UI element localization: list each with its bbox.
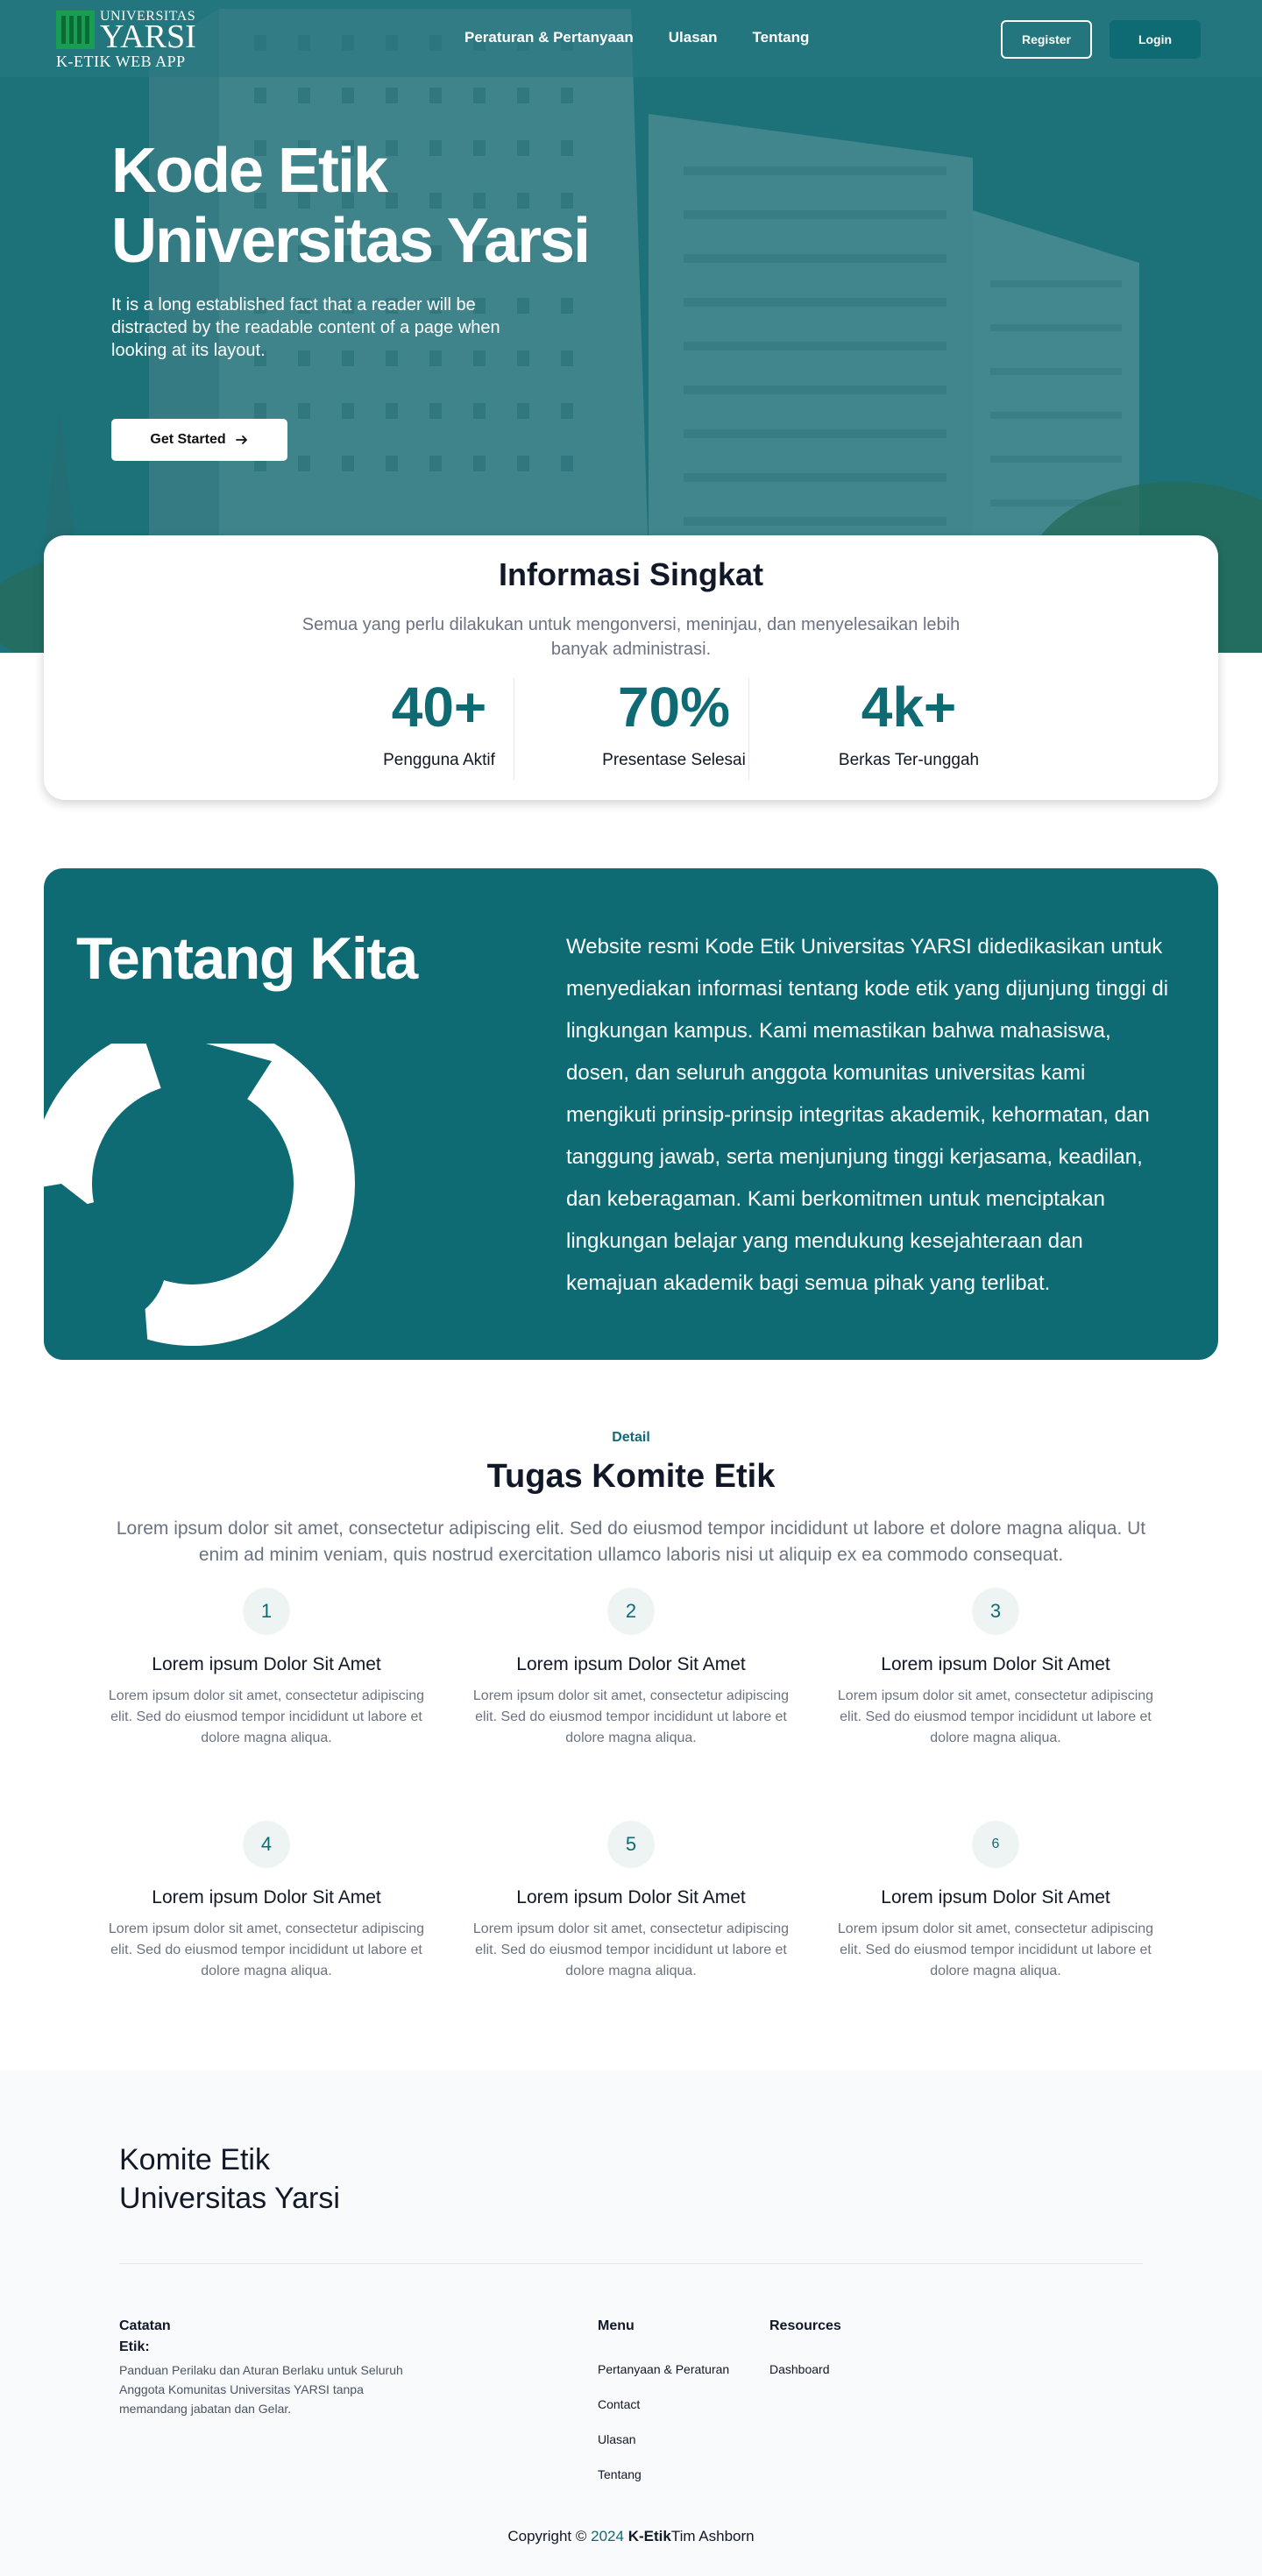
task-number-badge: 6	[972, 1821, 1019, 1868]
detail-subtitle: Lorem ipsum dolor sit amet, consectetur …	[116, 1518, 1146, 1565]
task-description: Lorem ipsum dolor sit amet, consectetur …	[472, 1688, 790, 1745]
nav-link-ulasan[interactable]: Ulasan	[669, 29, 718, 46]
task-description: Lorem ipsum dolor sit amet, consectetur …	[108, 1921, 425, 1978]
task-description: Lorem ipsum dolor sit amet, consectetur …	[837, 1921, 1154, 1978]
get-started-button[interactable]: Get Started	[111, 419, 287, 461]
logo-app-text: K-ETIK WEB APP	[56, 53, 186, 70]
top-navbar: UNIVERSITAS YARSI K-ETIK WEB APP Peratur…	[0, 0, 1262, 77]
site-footer: Komite Etik Universitas Yarsi Catatan Et…	[0, 2070, 1262, 2576]
task-card-3: 3 Lorem ipsum Dolor Sit Amet Lorem ipsum…	[825, 1588, 1166, 1749]
get-started-label: Get Started	[150, 432, 226, 447]
task-description: Lorem ipsum dolor sit amet, consectetur …	[108, 1688, 425, 1745]
task-title: Lorem ipsum Dolor Sit Amet	[516, 1654, 746, 1674]
footer-divider	[119, 2263, 1143, 2264]
task-number-badge: 3	[972, 1588, 1019, 1635]
about-section: Tentang Kita Website resmi Kode Etik Uni…	[44, 868, 1218, 1360]
task-card-4: 4 Lorem ipsum Dolor Sit Amet Lorem ipsum…	[96, 1821, 437, 1982]
footer-catatan-text: Panduan Perilaku dan Aturan Berlaku untu…	[119, 2363, 403, 2416]
footer-menu-title: Menu	[598, 2318, 635, 2333]
stat-value: 40+	[391, 676, 487, 739]
stat-value: 4k+	[861, 676, 957, 739]
task-card-1: 1 Lorem ipsum Dolor Sit Amet Lorem ipsum…	[96, 1588, 437, 1749]
stat-completion: 70% Presentase Selesai	[556, 676, 792, 770]
stat-value: 70%	[617, 676, 731, 739]
stat-uploads: 4k+ Berkas Ter-unggah	[791, 676, 1027, 770]
task-number-badge: 2	[607, 1588, 655, 1635]
footer-link-ulasan[interactable]: Ulasan	[598, 2432, 636, 2446]
footer-link-contact[interactable]: Contact	[598, 2397, 640, 2411]
task-description: Lorem ipsum dolor sit amet, consectetur …	[472, 1921, 790, 1978]
stat-label: Pengguna Aktif	[383, 751, 495, 769]
copyright-suffix: Tim Ashborn	[670, 2528, 755, 2544]
task-title: Lorem ipsum Dolor Sit Amet	[152, 1654, 381, 1674]
task-title: Lorem ipsum Dolor Sit Amet	[152, 1887, 381, 1907]
logo-emblem-icon	[56, 11, 95, 49]
detail-eyebrow: Detail	[612, 1430, 650, 1445]
detail-title: Tugas Komite Etik	[486, 1458, 776, 1495]
hero-description: It is a long established fact that a rea…	[111, 295, 500, 360]
hero-title: Kode Etik Universitas Yarsi	[111, 136, 591, 276]
footer-link-pertanyaan[interactable]: Pertanyaan & Peraturan	[598, 2362, 729, 2376]
decorative-ring-shape	[44, 1044, 355, 1360]
info-subtitle: Semua yang perlu dilakukan untuk mengonv…	[301, 615, 961, 659]
footer-catatan-title: Catatan Etik:	[119, 2318, 171, 2354]
arrow-right-icon	[235, 435, 247, 444]
info-summary-card: Informasi Singkat Semua yang perlu dilak…	[44, 535, 1218, 800]
nav-link-tentang[interactable]: Tentang	[753, 29, 810, 46]
stat-label: Presentase Selesai	[602, 751, 746, 769]
task-card-6: 6 Lorem ipsum Dolor Sit Amet Lorem ipsum…	[825, 1821, 1166, 1982]
footer-resources-title: Resources	[769, 2318, 841, 2333]
main-nav: Peraturan & Pertanyaan Ulasan Tentang	[464, 29, 809, 46]
login-button[interactable]: Login	[1110, 20, 1201, 59]
stat-active-users: 40+ Pengguna Aktif	[321, 676, 557, 770]
nav-link-peraturan[interactable]: Peraturan & Pertanyaan	[464, 29, 634, 46]
yarsi-logo[interactable]: UNIVERSITAS YARSI K-ETIK WEB APP	[54, 7, 203, 70]
task-description: Lorem ipsum dolor sit amet, consectetur …	[837, 1688, 1154, 1745]
copyright-brand: K-Etik	[627, 2528, 671, 2544]
task-title: Lorem ipsum Dolor Sit Amet	[881, 1654, 1110, 1674]
task-number-badge: 4	[243, 1821, 290, 1868]
register-button[interactable]: Register	[1001, 20, 1092, 59]
copyright-text: Copyright © 2024 K-EtikTim Ashborn	[0, 2528, 1262, 2545]
footer-link-tentang[interactable]: Tentang	[598, 2467, 642, 2481]
logo-yarsi-text: YARSI	[100, 18, 196, 55]
info-title: Informasi Singkat	[498, 556, 764, 592]
about-title: Tentang Kita	[76, 925, 418, 992]
task-title: Lorem ipsum Dolor Sit Amet	[881, 1887, 1110, 1907]
task-card-5: 5 Lorem ipsum Dolor Sit Amet Lorem ipsum…	[460, 1821, 802, 1982]
stat-label: Berkas Ter-unggah	[838, 751, 980, 769]
about-description: Website resmi Kode Etik Universitas YARS…	[566, 935, 1169, 1295]
task-number-badge: 1	[243, 1588, 290, 1635]
task-number-badge: 5	[607, 1821, 655, 1868]
footer-link-dashboard[interactable]: Dashboard	[769, 2362, 830, 2376]
task-title: Lorem ipsum Dolor Sit Amet	[516, 1887, 746, 1907]
task-card-2: 2 Lorem ipsum Dolor Sit Amet Lorem ipsum…	[460, 1588, 802, 1749]
copyright-year: 2024	[591, 2528, 624, 2544]
copyright-prefix: Copyright ©	[507, 2528, 587, 2544]
stat-divider	[748, 678, 749, 780]
footer-brand-title: Komite Etik Universitas Yarsi	[119, 2143, 340, 2215]
